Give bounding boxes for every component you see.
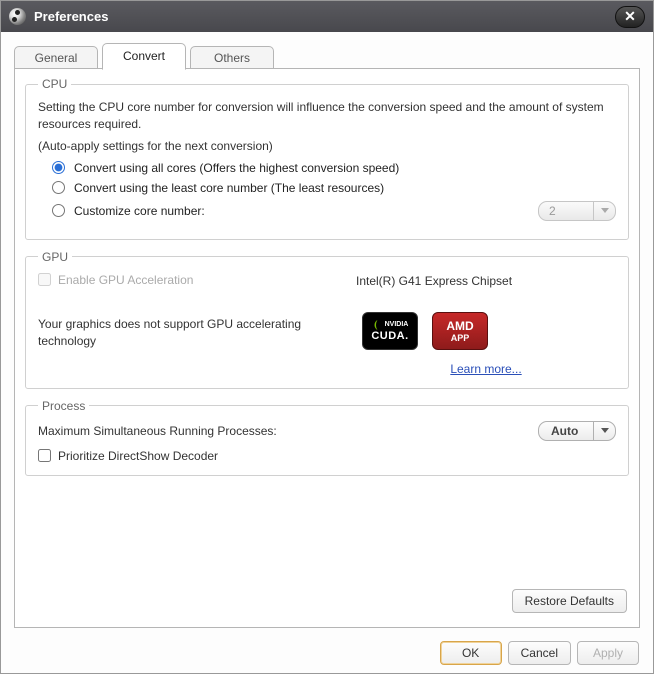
max-processes-select[interactable]: Auto — [538, 421, 616, 441]
restore-defaults-button[interactable]: Restore Defaults — [512, 589, 627, 613]
max-processes-value: Auto — [551, 424, 578, 438]
nvidia-text: NVIDIA — [385, 321, 409, 328]
enable-gpu-checkbox: Enable GPU Acceleration — [38, 272, 356, 288]
close-icon: ✕ — [624, 8, 636, 25]
group-process-legend: Process — [38, 399, 89, 413]
tab-others[interactable]: Others — [190, 46, 274, 69]
group-process: Process Maximum Simultaneous Running Pro… — [25, 399, 629, 476]
titlebar: Preferences ✕ — [1, 1, 653, 32]
radio-custom-cores-label: Customize core number: — [74, 204, 205, 218]
apply-button: Apply — [577, 641, 639, 665]
ok-button[interactable]: OK — [440, 641, 502, 665]
cpu-auto-note: (Auto-apply settings for the next conver… — [38, 139, 616, 153]
tab-general[interactable]: General — [14, 46, 98, 69]
tab-convert[interactable]: Convert — [102, 43, 186, 70]
cuda-text: CUDA. — [371, 330, 408, 342]
gpu-unsupported-note: Your graphics does not support GPU accel… — [38, 298, 356, 350]
group-gpu-legend: GPU — [38, 250, 72, 264]
tab-page-convert: CPU Setting the CPU core number for conv… — [14, 68, 640, 628]
gpu-logos: NVIDIA CUDA. AMD APP — [356, 294, 616, 350]
radio-least-cores-label: Convert using the least core number (The… — [74, 181, 384, 195]
radio-custom-cores-row: Customize core number: 2 — [52, 201, 616, 221]
chevron-down-icon — [601, 428, 609, 433]
radio-least-cores[interactable]: Convert using the least core number (The… — [52, 181, 616, 195]
close-button[interactable]: ✕ — [615, 6, 645, 28]
core-number-value: 2 — [549, 204, 556, 218]
app-icon — [9, 8, 26, 25]
content-area: General Convert Others CPU Setting the C… — [1, 32, 653, 633]
enable-gpu-label: Enable GPU Acceleration — [58, 273, 193, 287]
radio-least-cores-input[interactable] — [52, 181, 65, 194]
dialog-footer: OK Cancel Apply — [1, 633, 653, 673]
max-processes-arrow-box — [593, 422, 615, 440]
cpu-description: Setting the CPU core number for conversi… — [38, 99, 616, 133]
radio-all-cores-label: Convert using all cores (Offers the high… — [74, 161, 399, 175]
chevron-down-icon — [601, 208, 609, 213]
nvidia-cuda-logo: NVIDIA CUDA. — [362, 312, 418, 350]
learn-more-link[interactable]: Learn more... — [356, 356, 616, 376]
prioritize-directshow-checkbox[interactable]: Prioritize DirectShow Decoder — [38, 449, 616, 463]
core-number-dropdown-arrow-box — [593, 202, 615, 220]
prioritize-directshow-label: Prioritize DirectShow Decoder — [58, 449, 218, 463]
max-processes-label: Maximum Simultaneous Running Processes: — [38, 424, 277, 438]
radio-all-cores-input[interactable] — [52, 161, 65, 174]
radio-custom-cores-input[interactable] — [52, 204, 65, 217]
group-gpu: GPU Enable GPU Acceleration Intel(R) G41… — [25, 250, 629, 389]
gpu-chipset-name: Intel(R) G41 Express Chipset — [356, 272, 616, 288]
preferences-window: Preferences ✕ General Convert Others CPU… — [0, 0, 654, 674]
amd-app-logo: AMD APP — [432, 312, 488, 350]
group-cpu-legend: CPU — [38, 77, 71, 91]
core-number-select: 2 — [538, 201, 616, 221]
window-title: Preferences — [34, 9, 615, 24]
amd-app-text: APP — [451, 333, 470, 343]
enable-gpu-checkbox-input — [38, 273, 51, 286]
radio-all-cores[interactable]: Convert using all cores (Offers the high… — [52, 161, 616, 175]
cancel-button[interactable]: Cancel — [508, 641, 571, 665]
tab-bar: General Convert Others — [14, 43, 640, 69]
prioritize-directshow-input[interactable] — [38, 449, 51, 462]
group-cpu: CPU Setting the CPU core number for conv… — [25, 77, 629, 240]
amd-text: AMD — [446, 319, 473, 333]
